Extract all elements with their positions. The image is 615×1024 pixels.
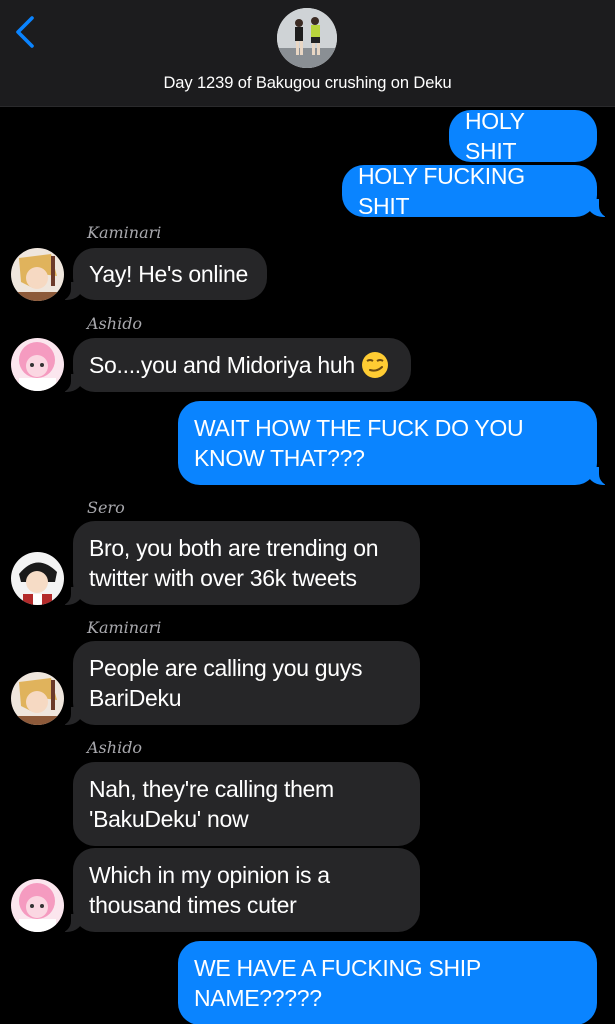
bubble-tail bbox=[57, 373, 83, 393]
sender-name: Ashido bbox=[87, 314, 143, 333]
bubble-tail bbox=[57, 586, 83, 606]
message-bubble-outgoing[interactable]: HOLY FUCKING SHIT bbox=[342, 163, 597, 219]
message-bubble-outgoing[interactable]: HOLY SHIT bbox=[449, 108, 597, 164]
message-text: Yay! He's online bbox=[89, 261, 248, 287]
message-text: WAIT HOW THE FUCK DO YOU KNOW THAT??? bbox=[194, 415, 524, 471]
message-text: HOLY FUCKING SHIT bbox=[358, 163, 525, 219]
message-bubble-outgoing[interactable]: WAIT HOW THE FUCK DO YOU KNOW THAT??? bbox=[178, 401, 597, 485]
group-avatar[interactable] bbox=[277, 8, 337, 68]
message-bubble-incoming[interactable]: Yay! He's online bbox=[73, 248, 267, 300]
conversation-title[interactable]: Day 1239 of Bakugou crushing on Deku bbox=[0, 74, 615, 93]
bubble-tail bbox=[57, 706, 83, 726]
chevron-left-icon bbox=[16, 16, 34, 48]
bubble-tail bbox=[587, 466, 613, 486]
message-text: Which in my opinion is a thousand times … bbox=[89, 862, 330, 918]
bubble-tail bbox=[587, 198, 613, 218]
sender-name: Kaminari bbox=[87, 223, 162, 242]
sender-name: Sero bbox=[87, 498, 125, 517]
bubble-tail bbox=[57, 281, 83, 301]
message-bubble-incoming[interactable]: People are calling you guys BariDeku bbox=[73, 641, 420, 725]
avatar-ashido[interactable] bbox=[11, 879, 64, 932]
message-bubble-incoming[interactable]: So....you and Midoriya huh bbox=[73, 338, 411, 392]
avatar-kaminari[interactable] bbox=[11, 248, 64, 301]
avatar-kaminari[interactable] bbox=[11, 672, 64, 725]
message-bubble-outgoing[interactable]: WE HAVE A FUCKING SHIP NAME????? bbox=[178, 941, 597, 1024]
avatar-sero[interactable] bbox=[11, 552, 64, 605]
message-text: People are calling you guys BariDeku bbox=[89, 655, 363, 711]
sender-name: Kaminari bbox=[87, 618, 162, 637]
message-text: So....you and Midoriya huh bbox=[89, 352, 355, 378]
message-bubble-incoming[interactable]: Nah, they're calling them 'BakuDeku' now bbox=[73, 762, 420, 846]
message-bubble-incoming[interactable]: Bro, you both are trending on twitter wi… bbox=[73, 521, 420, 605]
smirking-face-icon bbox=[361, 352, 388, 378]
message-list[interactable]: HOLY SHIT HOLY FUCKING SHIT Kaminari Yay… bbox=[0, 107, 615, 1024]
message-text: Nah, they're calling them 'BakuDeku' now bbox=[89, 776, 334, 832]
avatar-ashido[interactable] bbox=[11, 338, 64, 391]
message-text: WE HAVE A FUCKING SHIP NAME????? bbox=[194, 955, 481, 1011]
message-text: Bro, you both are trending on twitter wi… bbox=[89, 535, 379, 591]
message-bubble-incoming[interactable]: Which in my opinion is a thousand times … bbox=[73, 848, 420, 932]
message-text: HOLY SHIT bbox=[465, 108, 525, 164]
conversation-header: Day 1239 of Bakugou crushing on Deku bbox=[0, 0, 615, 107]
back-button[interactable] bbox=[10, 14, 40, 50]
bubble-tail bbox=[57, 913, 83, 933]
sender-name: Ashido bbox=[87, 738, 143, 757]
